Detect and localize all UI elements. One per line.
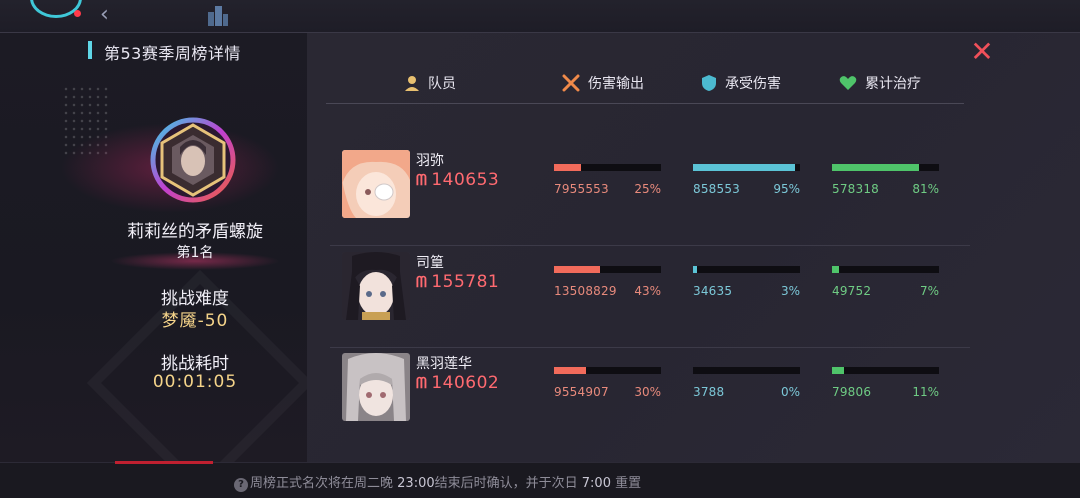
back-icon[interactable]: ‹ (100, 4, 109, 26)
damage-bar (554, 266, 661, 273)
member-power-value: 140602 (431, 373, 500, 393)
title-accent-bar (88, 41, 92, 59)
top-strip: ‹ (0, 0, 1080, 32)
member-name: 羽弥 (416, 153, 444, 169)
building-icon[interactable] (206, 4, 230, 26)
damage-pct: 43% (634, 284, 661, 298)
header-taken: 承受伤害 (701, 73, 781, 93)
season-detail-panel: 第53赛季周榜详情 ✕ 莉莉丝的矛盾螺旋 第1名 挑战难度 梦魇-50 挑战耗时… (0, 32, 1080, 497)
taken-bar (693, 367, 800, 374)
header-damage: 伤害输出 (562, 73, 644, 93)
footer-notice: ? 周榜正式名次将在周二晚 23:00结束后时确认，并于次日 7:00 重置 (0, 461, 1080, 498)
member-portrait[interactable] (342, 252, 410, 320)
taken-pct: 95% (773, 182, 800, 196)
heal-bar-fill (832, 367, 844, 374)
footer-text-c: 重置 (615, 476, 642, 491)
taken-bar-fill (693, 164, 795, 171)
row-divider (330, 245, 970, 246)
heal-bar (832, 266, 939, 273)
heart-icon (839, 76, 857, 90)
member-name: 司篁 (416, 255, 444, 271)
damage-bar-fill (554, 164, 581, 171)
taken-value: 858553 (693, 182, 741, 196)
heal-bar-fill (832, 164, 919, 171)
footer-time-a: 23:00 (397, 476, 435, 491)
damage-bar (554, 367, 661, 374)
header-member: 队员 (404, 73, 456, 93)
damage-value: 7955553 (554, 182, 609, 196)
damage-bar-fill (554, 367, 587, 374)
heal-bar (832, 367, 939, 374)
member-portrait[interactable] (342, 150, 410, 218)
power-icon: ᗰ (416, 273, 428, 291)
taken-value: 3788 (693, 385, 725, 399)
footer-accent (115, 461, 213, 464)
heal-pct: 7% (919, 284, 939, 298)
member-name: 黑羽莲华 (416, 356, 472, 372)
taken-bar (693, 266, 800, 273)
member-power: ᗰ 140653 (416, 170, 499, 190)
damage-bar (554, 164, 661, 171)
footer-text: ? 周榜正式名次将在周二晚 23:00结束后时确认，并于次日 7:00 重置 (234, 472, 641, 492)
footer-text-b: 结束后时确认，并于次日 (434, 476, 578, 491)
member-portrait[interactable] (342, 353, 410, 421)
notification-dot (74, 10, 81, 17)
taken-value: 34635 (693, 284, 733, 298)
boss-emblem (150, 117, 236, 203)
power-icon: ᗰ (416, 171, 428, 189)
crossed-swords-icon (562, 74, 580, 92)
close-icon[interactable]: ✕ (968, 38, 996, 67)
damage-bar-fill (554, 266, 600, 273)
header-heal-label: 累计治疗 (865, 76, 921, 92)
taken-pct: 3% (780, 284, 800, 298)
taken-bar (693, 164, 800, 171)
row-divider (330, 347, 970, 348)
member-power: ᗰ 140602 (416, 373, 499, 393)
damage-pct: 30% (634, 385, 661, 399)
header-damage-label: 伤害输出 (588, 76, 644, 92)
heal-value: 578318 (832, 182, 880, 196)
member-power-value: 140653 (431, 170, 500, 190)
damage-value: 13508829 (554, 284, 617, 298)
header-member-label: 队员 (428, 76, 456, 92)
footer-text-a: 周榜正式名次将在周二晚 (250, 476, 394, 491)
heal-value: 49752 (832, 284, 872, 298)
header-divider (326, 103, 964, 104)
member-power: ᗰ 155781 (416, 272, 499, 292)
shield-icon (702, 75, 716, 91)
member-row[interactable]: 黑羽莲华 ᗰ 140602 9554907 30% 3788 0% 79806 … (330, 353, 980, 443)
header-heal: 累计治疗 (839, 73, 921, 93)
heal-pct: 11% (912, 385, 939, 399)
heal-bar-fill (832, 266, 840, 273)
member-row[interactable]: 司篁 ᗰ 155781 13508829 43% 34635 3% 49752 … (330, 252, 980, 348)
damage-pct: 25% (634, 182, 661, 196)
heal-bar (832, 164, 939, 171)
taken-bar-fill (693, 266, 698, 273)
person-icon (405, 76, 419, 91)
member-row[interactable]: 羽弥 ᗰ 140653 7955553 25% 858553 95% 57831… (330, 150, 980, 246)
power-icon: ᗰ (416, 374, 428, 392)
heal-value: 79806 (832, 385, 872, 399)
heal-pct: 81% (912, 182, 939, 196)
panel-title: 第53赛季周榜详情 (104, 44, 241, 63)
footer-time-b: 7:00 (581, 476, 611, 491)
member-power-value: 155781 (431, 272, 500, 292)
taken-pct: 0% (780, 385, 800, 399)
question-icon[interactable]: ? (234, 478, 248, 492)
header-taken-label: 承受伤害 (725, 76, 781, 92)
damage-value: 9554907 (554, 385, 609, 399)
